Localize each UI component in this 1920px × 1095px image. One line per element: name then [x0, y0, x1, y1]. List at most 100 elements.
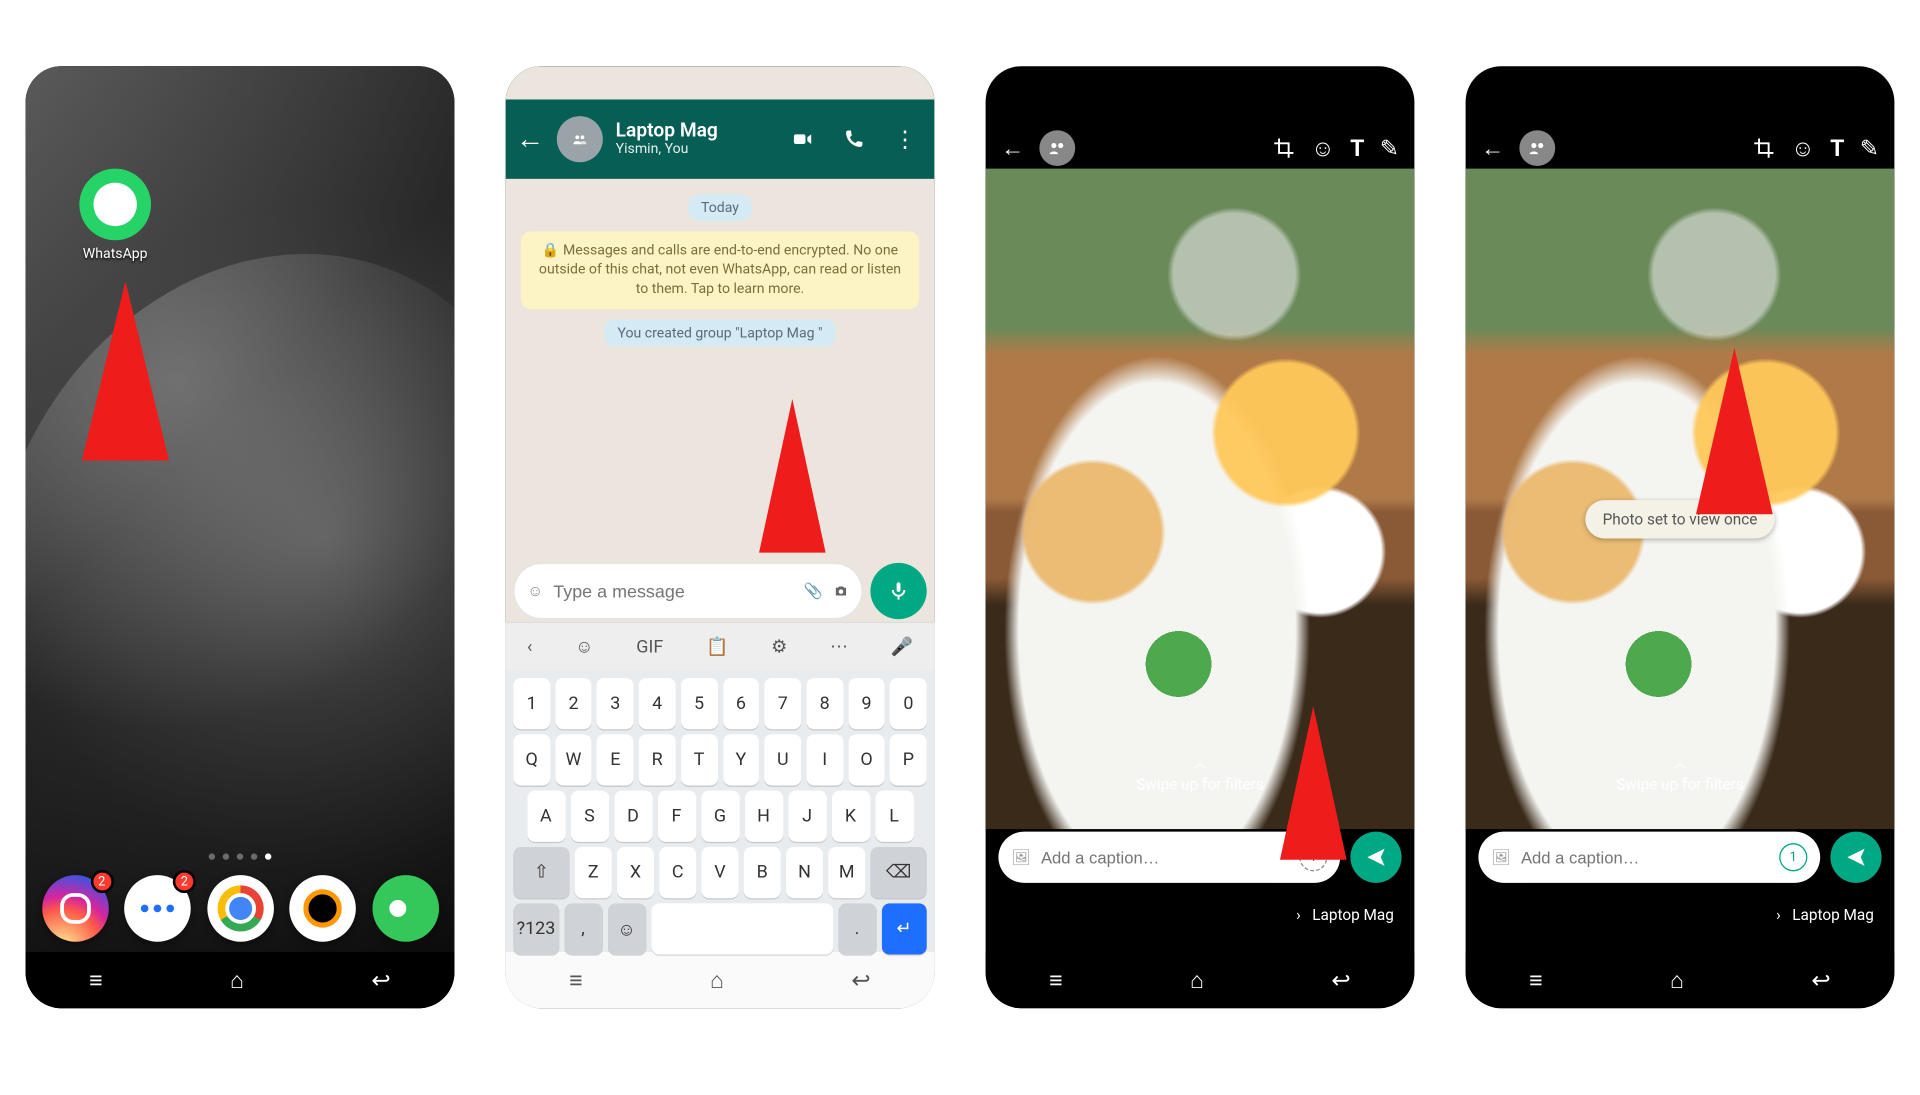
key-6[interactable]: 6: [723, 678, 760, 729]
text-button[interactable]: T: [1350, 135, 1364, 162]
app-whatsapp[interactable]: WhatsApp: [69, 169, 161, 262]
nav-home[interactable]: ⌂: [710, 967, 724, 994]
caption-input[interactable]: [1041, 848, 1289, 867]
nav-back[interactable]: ↩: [851, 967, 870, 994]
key-emoji[interactable]: ☺: [607, 904, 645, 955]
nav-recents[interactable]: ≡: [89, 967, 102, 994]
nav-back[interactable]: ↩: [371, 967, 390, 994]
back-button[interactable]: ←: [516, 123, 544, 156]
key-7[interactable]: 7: [764, 678, 801, 729]
text-button[interactable]: T: [1830, 135, 1844, 162]
kb-sticker[interactable]: ☺: [575, 636, 593, 658]
sticker-button[interactable]: ☺: [1311, 135, 1335, 162]
nav-back[interactable]: ↩: [1811, 967, 1830, 994]
key-l[interactable]: L: [875, 791, 913, 842]
key-x[interactable]: X: [617, 847, 654, 898]
key-3[interactable]: 3: [597, 678, 634, 729]
kb-gif[interactable]: GIF: [636, 637, 663, 657]
crop-button[interactable]: [1753, 137, 1776, 160]
key-b[interactable]: B: [744, 847, 781, 898]
key-1[interactable]: 1: [513, 678, 550, 729]
group-avatar[interactable]: [557, 116, 603, 162]
recipient-avatar[interactable]: [1039, 130, 1075, 166]
key-space[interactable]: [651, 904, 833, 955]
key-u[interactable]: U: [764, 735, 801, 786]
key-n[interactable]: N: [786, 847, 823, 898]
key-o[interactable]: O: [848, 735, 885, 786]
message-input[interactable]: [553, 581, 793, 601]
key-symbols[interactable]: ?123: [513, 904, 558, 955]
caption-input[interactable]: [1521, 848, 1769, 867]
voice-call-button[interactable]: [842, 128, 865, 151]
back-button[interactable]: ←: [1001, 135, 1024, 162]
message-input-container[interactable]: ☺ 📎: [513, 563, 862, 619]
nav-back[interactable]: ↩: [1331, 967, 1350, 994]
key-f[interactable]: F: [657, 791, 695, 842]
key-4[interactable]: 4: [639, 678, 676, 729]
key-p[interactable]: P: [890, 735, 927, 786]
video-call-button[interactable]: [791, 128, 814, 151]
nav-recents[interactable]: ≡: [1529, 967, 1542, 994]
dock-chrome[interactable]: [207, 875, 274, 942]
caption-input-container[interactable]: 🖼 1: [1478, 832, 1820, 883]
more-button[interactable]: ⋮: [893, 126, 916, 153]
recipient-chip[interactable]: Laptop Mag: [1776, 906, 1874, 924]
key-q[interactable]: Q: [513, 735, 550, 786]
key-2[interactable]: 2: [555, 678, 592, 729]
recipient-chip[interactable]: Laptop Mag: [1296, 906, 1394, 924]
key-9[interactable]: 9: [848, 678, 885, 729]
encryption-notice[interactable]: 🔒 Messages and calls are end-to-end encr…: [521, 232, 919, 309]
kb-clipboard[interactable]: 📋: [706, 637, 728, 657]
key-d[interactable]: D: [614, 791, 652, 842]
key-g[interactable]: G: [701, 791, 739, 842]
back-button[interactable]: ←: [1481, 135, 1504, 162]
kb-voice[interactable]: 🎤: [891, 637, 913, 657]
nav-home[interactable]: ⌂: [1190, 967, 1204, 994]
key-m[interactable]: M: [828, 847, 865, 898]
crop-button[interactable]: [1273, 137, 1296, 160]
swipe-up-hint[interactable]: ︿ Swipe up for filters: [986, 752, 1415, 793]
mic-button[interactable]: [870, 563, 926, 619]
sticker-button[interactable]: ☺: [1791, 135, 1815, 162]
key-0[interactable]: 0: [890, 678, 927, 729]
key-shift[interactable]: ⇧: [513, 847, 569, 898]
key-e[interactable]: E: [597, 735, 634, 786]
key-r[interactable]: R: [639, 735, 676, 786]
key-t[interactable]: T: [681, 735, 718, 786]
kb-settings[interactable]: ⚙: [771, 637, 787, 657]
key-k[interactable]: K: [831, 791, 869, 842]
dock-instagram[interactable]: 2: [42, 875, 109, 942]
key-s[interactable]: S: [570, 791, 608, 842]
key-5[interactable]: 5: [681, 678, 718, 729]
key-z[interactable]: Z: [575, 847, 612, 898]
chat-title-block[interactable]: Laptop Mag Yismin, You: [616, 120, 779, 158]
key-period[interactable]: .: [838, 904, 876, 955]
view-once-toggle[interactable]: 1: [1779, 843, 1807, 871]
key-comma[interactable]: ,: [564, 904, 602, 955]
send-button[interactable]: [1830, 832, 1881, 883]
key-i[interactable]: I: [806, 735, 843, 786]
key-y[interactable]: Y: [723, 735, 760, 786]
draw-button[interactable]: ✎: [1860, 135, 1879, 162]
key-backspace[interactable]: ⌫: [870, 847, 926, 898]
attach-button[interactable]: 📎: [804, 582, 823, 600]
key-w[interactable]: W: [555, 735, 592, 786]
draw-button[interactable]: ✎: [1380, 135, 1399, 162]
key-v[interactable]: V: [701, 847, 738, 898]
nav-home[interactable]: ⌂: [1670, 967, 1684, 994]
dock-camera[interactable]: [289, 875, 356, 942]
kb-prev[interactable]: ‹: [527, 637, 532, 657]
dock-phone[interactable]: [372, 875, 439, 942]
key-c[interactable]: C: [659, 847, 696, 898]
key-a[interactable]: A: [527, 791, 565, 842]
camera-button[interactable]: [833, 584, 848, 599]
key-j[interactable]: J: [788, 791, 826, 842]
emoji-button[interactable]: ☺: [527, 582, 543, 600]
nav-recents[interactable]: ≡: [569, 967, 582, 994]
key-h[interactable]: H: [744, 791, 782, 842]
dock-messages[interactable]: 2: [124, 875, 191, 942]
key-8[interactable]: 8: [806, 678, 843, 729]
kb-more[interactable]: ⋯: [830, 637, 848, 657]
nav-home[interactable]: ⌂: [230, 967, 244, 994]
swipe-up-hint[interactable]: ︿ Swipe up for filters: [1466, 752, 1895, 793]
